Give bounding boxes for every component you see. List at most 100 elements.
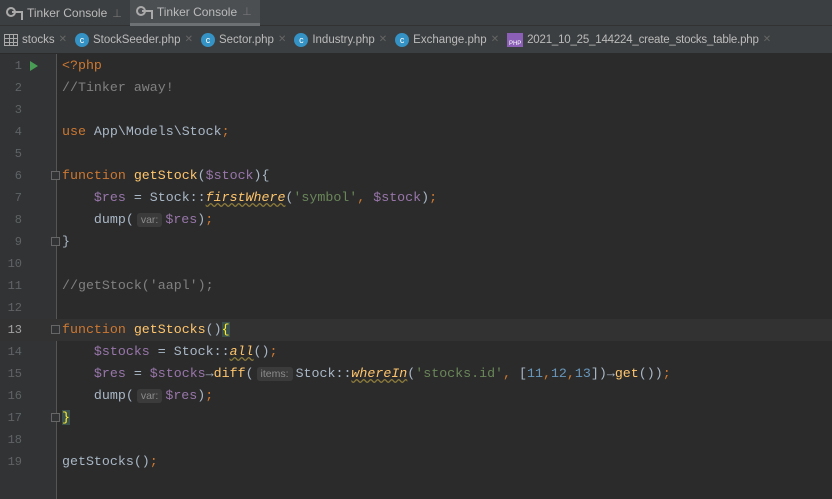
code-line[interactable]: 12: [0, 297, 832, 319]
code-token: ;: [205, 388, 214, 403]
code-token: $stocks: [149, 366, 206, 381]
code-token: ])→: [590, 366, 615, 381]
code-line[interactable]: 16 dump(var: $res);: [0, 385, 832, 407]
code-line[interactable]: 3: [0, 99, 832, 121]
code-token: use: [62, 124, 94, 139]
line-number: 17: [7, 411, 22, 425]
tinker-console-tab-1[interactable]: Tinker Console ⊥: [0, 0, 130, 26]
code-text: $res = $stocks→diff(items: Stock::whereIn…: [62, 363, 671, 385]
line-number: 15: [7, 367, 22, 381]
close-icon[interactable]: ✕: [185, 34, 193, 45]
code-line[interactable]: 1 <?php: [0, 55, 832, 77]
code-line[interactable]: 6 function getStock($stock){: [0, 165, 832, 187]
code-token: ;: [269, 344, 278, 359]
code-line[interactable]: 14 $stocks = Stock::all();: [0, 341, 832, 363]
tab-label: StockSeeder.php: [92, 33, 181, 46]
code-token: ;: [429, 190, 438, 205]
editor-tabs: stocks ✕ c StockSeeder.php ✕ c Sector.php ✕ c…: [0, 26, 832, 54]
tab-label: Sector.php: [218, 33, 274, 46]
tab-exchange[interactable]: c Exchange.php ✕: [391, 26, 503, 54]
code-token: ()): [638, 366, 663, 381]
code-token: =: [125, 366, 150, 381]
tab-stockseeder[interactable]: c StockSeeder.php ✕: [71, 26, 197, 54]
tinker-console-tab-2[interactable]: Tinker Console ⊥: [129, 0, 260, 26]
code-text: use App\Models\Stock;: [62, 121, 230, 143]
code-line[interactable]: 15 $res = $stocks→diff(items: Stock::wher…: [0, 363, 832, 385]
code-token: function: [62, 168, 134, 183]
fold-icon[interactable]: [51, 237, 60, 246]
code-line[interactable]: 8 dump(var: $res);: [0, 209, 832, 231]
code-text: dump(var: $res);: [62, 385, 213, 407]
code-text: function getStocks(){: [62, 319, 230, 341]
close-icon[interactable]: ✕: [379, 34, 387, 45]
code-token: getStocks: [133, 322, 206, 337]
code-line[interactable]: 19 getStocks();: [0, 451, 832, 473]
code-token: $stock: [373, 190, 422, 205]
code-text: dump(var: $res);: [62, 209, 213, 231]
fold-icon[interactable]: [51, 171, 60, 180]
run-icon[interactable]: [30, 61, 38, 71]
line-number: 2: [14, 81, 22, 95]
code-text: }: [62, 407, 70, 429]
code-token: diff: [213, 366, 246, 381]
code-text: $stocks = Stock::all();: [62, 341, 278, 363]
code-token: ;: [149, 454, 158, 469]
tab-label: Tinker Console: [27, 6, 108, 20]
parameter-hint: var:: [136, 389, 163, 403]
code-line[interactable]: 18: [0, 429, 832, 451]
class-icon: c: [294, 32, 309, 47]
close-icon[interactable]: ✕: [763, 34, 771, 45]
tab-label: stocks: [22, 33, 55, 46]
close-icon[interactable]: ✕: [491, 34, 499, 45]
php-file-icon: PHP: [507, 32, 524, 47]
code-text: }: [62, 231, 70, 253]
code-token: 12: [550, 366, 567, 381]
code-line[interactable]: 17}: [0, 407, 832, 429]
code-line[interactable]: 10: [0, 253, 832, 275]
code-line[interactable]: 2 //Tinker away!: [0, 77, 832, 99]
tab-sector[interactable]: c Sector.php ✕: [197, 26, 290, 54]
code-token: dump(: [62, 388, 134, 403]
code-token: 13: [574, 366, 591, 381]
code-line[interactable]: 7 $res = Stock::firstWhere('symbol', $st…: [0, 187, 832, 209]
tab-industry[interactable]: c Industry.php ✕: [290, 26, 391, 54]
line-number: 12: [7, 301, 22, 315]
close-icon[interactable]: ✕: [278, 34, 286, 45]
code-line[interactable]: 5: [0, 143, 832, 165]
code-editor[interactable]: 1 <?php 2 //Tinker away! 3 4 use App\Models\St…: [0, 54, 832, 499]
tab-label: Exchange.php: [413, 33, 487, 46]
code-text: <?php: [62, 55, 102, 77]
pin-icon[interactable]: ⊥: [112, 7, 122, 20]
code-line[interactable]: 13 function getStocks(){: [0, 319, 832, 341]
code-token: firstWhere: [205, 190, 286, 205]
line-number: 19: [7, 455, 22, 469]
code-text: //Tinker away!: [62, 77, 174, 99]
close-icon[interactable]: ✕: [59, 34, 67, 45]
robot-arm-icon: [135, 5, 153, 19]
code-token: }: [62, 410, 70, 425]
code-line[interactable]: 4 use App\Models\Stock;: [0, 121, 832, 143]
code-token: all: [229, 344, 254, 359]
code-token: $res: [93, 190, 126, 205]
line-number: 18: [7, 433, 22, 447]
line-number: 7: [14, 191, 22, 205]
code-token: ,: [357, 190, 374, 205]
tab-stocks[interactable]: stocks ✕: [0, 26, 71, 54]
code-line[interactable]: 9}: [0, 231, 832, 253]
tab-label: Industry.php: [312, 33, 375, 46]
code-line[interactable]: 11 //getStock('aapl');: [0, 275, 832, 297]
code-token: $stock: [205, 168, 254, 183]
code-text: getStocks();: [62, 451, 158, 473]
code-token: //getStock('aapl');: [62, 278, 214, 293]
fold-icon[interactable]: [51, 413, 60, 422]
code-token: <?php: [62, 58, 102, 73]
code-token: ): [421, 190, 430, 205]
code-token: 'symbol': [293, 190, 358, 205]
pin-icon[interactable]: ⊥: [242, 5, 252, 18]
parameter-hint: items:: [256, 367, 293, 381]
class-icon: c: [395, 32, 410, 47]
line-number: 11: [7, 279, 22, 293]
fold-icon[interactable]: [51, 325, 60, 334]
tab-migration[interactable]: PHP 2021_10_25_144224_create_stocks_table…: [503, 26, 775, 54]
code-token: = Stock::: [125, 190, 206, 205]
